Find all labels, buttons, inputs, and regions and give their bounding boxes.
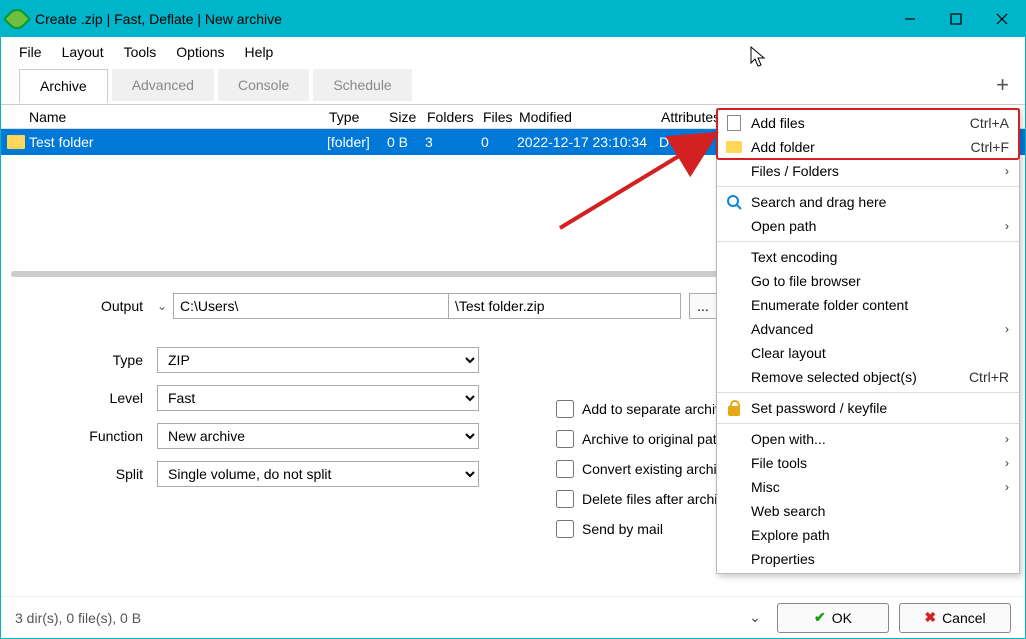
titlebar: Create .zip | Fast, Deflate | New archiv…: [1, 1, 1025, 37]
menu-open-path[interactable]: Open path›: [717, 214, 1019, 238]
checkbox-convert-existing[interactable]: [556, 460, 574, 478]
tabs-row: Archive Advanced Console Schedule +: [1, 65, 1025, 105]
chevron-right-icon: ›: [1005, 322, 1009, 336]
menu-set-password[interactable]: Set password / keyfile: [717, 396, 1019, 420]
menu-layout[interactable]: Layout: [52, 40, 114, 64]
menu-add-files[interactable]: Add filesCtrl+A: [717, 111, 1019, 135]
level-select[interactable]: Fast: [157, 385, 479, 411]
menu-advanced[interactable]: Advanced›: [717, 317, 1019, 341]
output-history-dropdown[interactable]: ⌄: [157, 299, 173, 313]
function-select[interactable]: New archive: [157, 423, 479, 449]
menu-files-folders[interactable]: Files / Folders›: [717, 159, 1019, 183]
x-icon: ✖: [924, 609, 936, 626]
cell-name: Test folder: [29, 134, 327, 150]
menu-file-tools[interactable]: File tools›: [717, 451, 1019, 475]
file-icon: [725, 114, 743, 132]
col-folders[interactable]: Folders: [427, 109, 483, 125]
menu-clear-layout[interactable]: Clear layout: [717, 341, 1019, 365]
chevron-right-icon: ›: [1005, 480, 1009, 494]
separator: [717, 392, 1019, 393]
lock-icon: [725, 399, 743, 417]
status-text: 3 dir(s), 0 file(s), 0 B: [15, 610, 743, 626]
split-label: Split: [21, 466, 157, 482]
browse-button[interactable]: ...: [689, 293, 717, 319]
folder-icon: [725, 138, 743, 156]
col-name[interactable]: Name: [29, 109, 329, 125]
tab-archive[interactable]: Archive: [19, 69, 108, 103]
separator: [717, 423, 1019, 424]
app-icon: [3, 5, 31, 33]
col-size[interactable]: Size: [389, 109, 427, 125]
cancel-button[interactable]: ✖Cancel: [899, 603, 1011, 633]
menu-options[interactable]: Options: [166, 40, 234, 64]
footer: 3 dir(s), 0 file(s), 0 B ⌄ ✔OK ✖Cancel: [1, 596, 1025, 638]
col-attributes[interactable]: Attributes: [661, 109, 721, 125]
cell-files: 0: [481, 134, 517, 150]
menu-search-drag[interactable]: Search and drag here: [717, 190, 1019, 214]
output-path-dir[interactable]: [173, 293, 449, 319]
context-menu: Add filesCtrl+A Add folderCtrl+F Files /…: [716, 108, 1020, 574]
maximize-button[interactable]: [933, 1, 979, 37]
tab-console[interactable]: Console: [218, 69, 309, 101]
menu-enumerate[interactable]: Enumerate folder content: [717, 293, 1019, 317]
chevron-right-icon: ›: [1005, 164, 1009, 178]
output-label: Output: [21, 298, 157, 314]
menu-misc[interactable]: Misc›: [717, 475, 1019, 499]
add-tab-button[interactable]: +: [980, 72, 1025, 98]
menu-text-encoding[interactable]: Text encoding: [717, 245, 1019, 269]
col-files[interactable]: Files: [483, 109, 519, 125]
menu-file[interactable]: File: [9, 40, 52, 64]
close-button[interactable]: [979, 1, 1025, 37]
cell-modified: 2022-12-17 23:10:34: [517, 134, 659, 150]
search-icon: [725, 193, 743, 211]
menu-help[interactable]: Help: [235, 40, 284, 64]
col-type[interactable]: Type: [329, 109, 389, 125]
tab-schedule[interactable]: Schedule: [313, 69, 411, 101]
checkbox-archive-original[interactable]: [556, 430, 574, 448]
chevron-right-icon: ›: [1005, 456, 1009, 470]
checkbox-send-mail[interactable]: [556, 520, 574, 538]
window-title: Create .zip | Fast, Deflate | New archiv…: [35, 11, 887, 27]
check-icon: ✔: [814, 609, 826, 626]
type-label: Type: [21, 352, 157, 368]
separator: [717, 241, 1019, 242]
chevron-right-icon: ›: [1005, 432, 1009, 446]
chevron-right-icon: ›: [1005, 219, 1009, 233]
menubar: File Layout Tools Options Help: [1, 37, 1025, 65]
footer-dropdown[interactable]: ⌄: [743, 609, 767, 626]
menu-remove-selected[interactable]: Remove selected object(s)Ctrl+R: [717, 365, 1019, 389]
col-modified[interactable]: Modified: [519, 109, 661, 125]
function-label: Function: [21, 428, 157, 444]
menu-tools[interactable]: Tools: [114, 40, 167, 64]
separator: [717, 186, 1019, 187]
menu-add-folder[interactable]: Add folderCtrl+F: [717, 135, 1019, 159]
menu-explore-path[interactable]: Explore path: [717, 523, 1019, 547]
ok-button[interactable]: ✔OK: [777, 603, 889, 633]
menu-go-browser[interactable]: Go to file browser: [717, 269, 1019, 293]
checkbox-delete-after[interactable]: [556, 490, 574, 508]
checkbox-add-separate[interactable]: [556, 400, 574, 418]
cell-size: 0 B: [387, 134, 425, 150]
cell-folders: 3: [425, 134, 481, 150]
cell-type: [folder]: [327, 134, 387, 150]
menu-open-with[interactable]: Open with...›: [717, 427, 1019, 451]
cell-attributes: D: [659, 134, 719, 150]
menu-web-search[interactable]: Web search: [717, 499, 1019, 523]
level-label: Level: [21, 390, 157, 406]
type-select[interactable]: ZIP: [157, 347, 479, 373]
folder-icon: [7, 135, 25, 149]
output-path-file[interactable]: [449, 293, 681, 319]
split-select[interactable]: Single volume, do not split: [157, 461, 479, 487]
tab-advanced[interactable]: Advanced: [112, 69, 214, 101]
minimize-button[interactable]: [887, 1, 933, 37]
menu-properties[interactable]: Properties: [717, 547, 1019, 571]
